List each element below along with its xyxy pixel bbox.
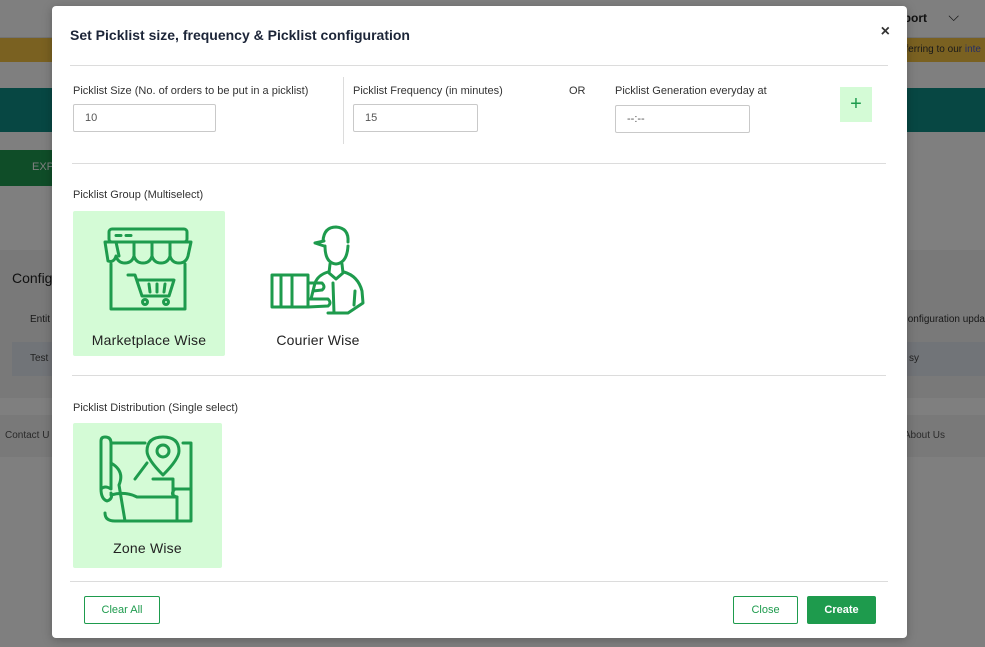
courier-person-icon (270, 225, 365, 315)
picklist-frequency-input[interactable] (353, 104, 478, 132)
picklist-size-label: Picklist Size (No. of orders to be put i… (73, 85, 309, 97)
divider (70, 581, 888, 582)
picklist-generation-time-input[interactable] (615, 105, 750, 133)
add-time-button[interactable]: + (840, 87, 872, 122)
picklist-size-input[interactable] (73, 104, 216, 132)
tile-label: Zone Wise (113, 540, 182, 556)
map-pin-icon (99, 435, 193, 523)
storefront-cart-icon (103, 227, 193, 311)
marketplace-wise-option[interactable]: Marketplace Wise (73, 211, 225, 356)
divider (70, 65, 888, 66)
vertical-divider (343, 77, 344, 144)
clear-all-button[interactable]: Clear All (84, 596, 160, 624)
picklist-config-modal: Set Picklist size, frequency & Picklist … (52, 6, 907, 638)
picklist-group-label: Picklist Group (Multiselect) (73, 189, 204, 201)
picklist-frequency-label: Picklist Frequency (in minutes) (353, 85, 503, 97)
picklist-distribution-label: Picklist Distribution (Single select) (73, 402, 239, 414)
divider (72, 163, 886, 164)
courier-wise-option[interactable]: Courier Wise (242, 211, 394, 356)
close-icon[interactable]: × (881, 24, 890, 40)
tile-label: Marketplace Wise (91, 332, 207, 348)
create-button[interactable]: Create (807, 596, 876, 624)
divider (72, 375, 886, 376)
tile-label: Courier Wise (276, 332, 360, 348)
picklist-generation-label: Picklist Generation everyday at (615, 85, 767, 97)
zone-wise-option[interactable]: Zone Wise (73, 423, 222, 568)
close-button[interactable]: Close (733, 596, 798, 624)
modal-title: Set Picklist size, frequency & Picklist … (70, 27, 410, 43)
or-label: OR (569, 85, 586, 97)
